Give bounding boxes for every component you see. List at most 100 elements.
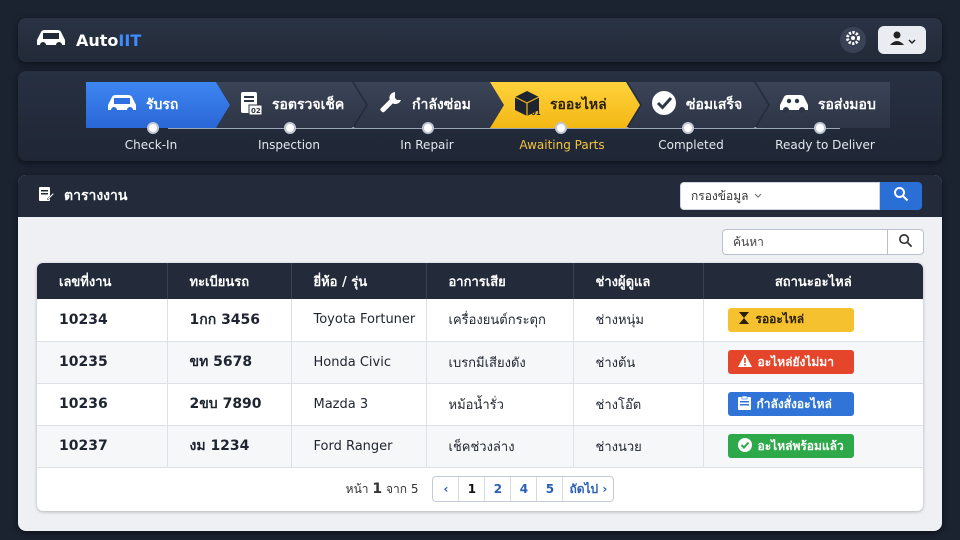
status-cell: อะไหล่พร้อมแล้ว [703,425,923,468]
step-caption: Inspection [258,138,320,152]
step-caption: Check-In [124,138,178,152]
page-button[interactable]: 4 [511,477,538,501]
worklist-table: เลขที่งาน ทะเบียนรถ ยี่ห้อ / รุ่น อาการเ… [37,263,923,511]
status-badge[interactable]: อะไหล่พร้อมแล้ว [727,434,854,458]
user-icon [889,30,905,50]
car-model: Ford Ranger [291,425,427,468]
next-label: ถัดไป [569,481,599,496]
car-icon [34,28,68,52]
step-dot [682,122,694,134]
step-check-in[interactable]: รับรถ [86,82,230,128]
status-text: กำลังสั่งอะไหล่ [756,396,832,411]
filter-label: กรองข้อมูล [691,188,749,203]
car-model: Mazda 3 [291,383,427,426]
workflow-stepper: รับรถ 02 รอตรวจเช็ค กำลังซ่อม 01 รออะไหล… [18,71,942,161]
license-plate: ขท 5678 [167,341,292,384]
search-button[interactable] [888,229,924,255]
filter-search-button[interactable] [880,182,922,210]
status-text: รออะไหล่ [755,312,805,327]
order-icon [737,395,751,413]
column-header[interactable]: ยี่ห้อ / รุ่น [291,263,427,299]
svg-text:02: 02 [251,107,261,115]
step-dot [555,122,567,134]
hourglass-icon [738,311,750,328]
issue: เครื่องยนต์กระตุก [426,299,574,342]
status-cell: รออะไหล่ [703,299,923,342]
wrench-icon [376,89,404,121]
clipboard-icon: 02 [238,90,264,120]
chevron-left-icon: ‹ [443,482,449,496]
warning-icon [737,354,752,370]
car-model: Toyota Fortuner [291,299,427,342]
table-row[interactable]: 10237 งม 1234 Ford Ranger เช็คช่วงล่าง ช… [37,425,923,468]
step-ready-to-deliver[interactable]: รอส่งมอบ [756,82,890,128]
step-caption: Awaiting Parts [519,138,605,152]
edit-list-icon [38,186,55,206]
step-dot [284,122,296,134]
car-people-icon [778,92,810,118]
technician: ช่างต้น [573,341,704,384]
prev-page-button[interactable]: ‹ [433,477,460,501]
step-label: ซ่อมเสร็จ [686,97,743,113]
chevron-right-icon: › [602,482,608,496]
issue: เช็คช่วงล่าง [426,425,574,468]
job-number: 10236 [37,383,168,426]
car-model: Honda Civic [291,341,427,384]
step-dot [147,122,159,134]
column-header[interactable]: ช่างผู้ดูแล [573,263,704,299]
issue: เบรกมีเสียงดัง [426,341,574,384]
step-label: กำลังซ่อม [412,97,471,113]
technician: ช่างโอ๊ต [573,383,704,426]
column-header[interactable]: ทะเบียนรถ [167,263,292,299]
table-row[interactable]: 10234 1กก 3456 Toyota Fortuner เครื่องยน… [37,299,923,342]
table-row[interactable]: 10236 2ขบ 7890 Mazda 3 หม้อน้ำรั่ว ช่างโ… [37,383,923,426]
job-number: 10235 [37,341,168,384]
status-badge[interactable]: รออะไหล่ [727,307,854,332]
search-input[interactable] [722,229,888,255]
status-cell: อะไหล่ยังไม่มา [703,341,923,384]
license-plate: งม 1234 [167,425,292,468]
pagination: หน้า 1 จาก 5 ‹ 1 2 4 5 ถัดไป › [37,467,923,511]
settings-button[interactable] [840,27,866,53]
status-badge[interactable]: อะไหล่ยังไม่มา [727,350,854,374]
user-menu-button[interactable] [878,26,926,54]
chevron-down-icon [754,189,762,203]
step-dot [814,122,826,134]
worklist-card: ตารางงาน กรองข้อมูล เลขที่งาน ทะเบียนรถ … [18,175,942,531]
filter-dropdown[interactable]: กรองข้อมูล [680,182,880,210]
worklist-header: ตารางงาน กรองข้อมูล [18,175,942,217]
page-buttons: ‹ 1 2 4 5 ถัดไป › [432,476,615,502]
page-button[interactable]: 5 [537,477,564,501]
step-label: รอตรวจเช็ค [272,97,345,113]
status-text: อะไหล่ยังไม่มา [757,354,834,369]
step-caption: In Repair [400,138,454,152]
step-label: รออะไหล่ [550,97,607,113]
brand-name: AutoIIT [76,30,142,50]
box-icon: 01 [512,89,542,121]
svg-text:01: 01 [531,109,541,117]
step-completed[interactable]: ซ่อมเสร็จ [628,82,768,128]
step-caption: Completed [658,138,724,152]
column-header[interactable]: สถานะอะไหล่ [703,263,923,299]
table-header-row: เลขที่งาน ทะเบียนรถ ยี่ห้อ / รุ่น อาการเ… [37,263,923,299]
status-badge[interactable]: กำลังสั่งอะไหล่ [727,392,854,416]
page-button[interactable]: 1 [459,477,486,501]
page-button[interactable]: 2 [485,477,512,501]
chevron-down-icon [907,31,916,50]
license-plate: 2ขบ 7890 [167,383,292,426]
top-bar: AutoIIT [18,18,942,62]
step-awaiting-parts[interactable]: 01 รออะไหล่ [490,82,640,128]
status-cell: กำลังสั่งอะไหล่ [703,383,923,426]
worklist-title: ตารางงาน [64,188,128,204]
search-icon [898,233,913,252]
technician: ช่างนวย [573,425,704,468]
job-number: 10237 [37,425,168,468]
status-text: อะไหล่พร้อมแล้ว [757,438,844,453]
gear-icon [845,30,861,50]
column-header[interactable]: เลขที่งาน [37,263,168,299]
step-label: รับรถ [146,97,179,113]
column-header[interactable]: อาการเสีย [426,263,574,299]
table-row[interactable]: 10235 ขท 5678 Honda Civic เบรกมีเสียงดัง… [37,341,923,384]
next-page-button[interactable]: ถัดไป › [563,477,613,501]
brand-logo[interactable]: AutoIIT [34,28,141,52]
